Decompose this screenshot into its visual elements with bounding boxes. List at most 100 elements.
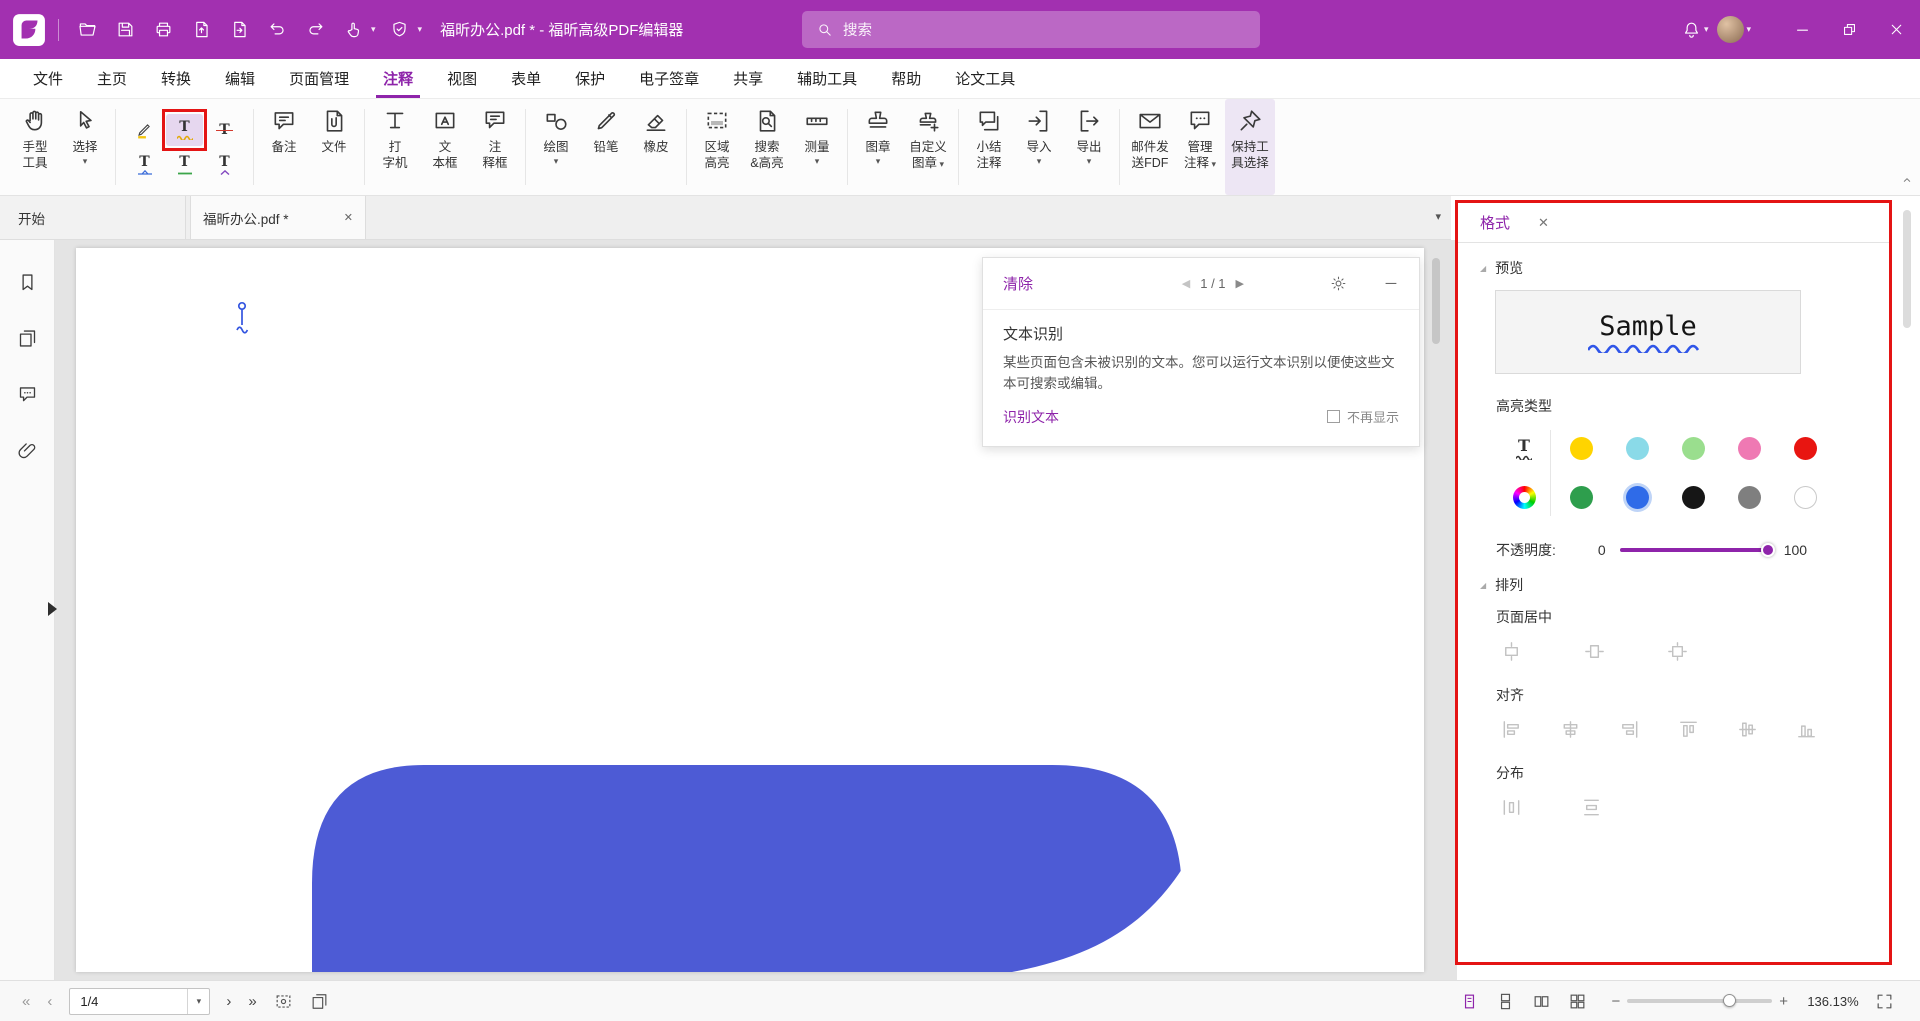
collapse-bar-icon[interactable]: ─ [1383, 275, 1399, 292]
center-page-icon[interactable] [1666, 640, 1689, 663]
squiggly-style-icon[interactable]: T [1498, 438, 1550, 460]
color-wheel-icon[interactable] [1498, 486, 1550, 509]
close-button[interactable] [1873, 0, 1920, 59]
align-center-h-icon[interactable] [1559, 718, 1582, 741]
menu-tab-主页[interactable]: 主页 [80, 59, 144, 98]
view-grid-icon[interactable] [1568, 992, 1587, 1011]
menu-tab-编辑[interactable]: 编辑 [208, 59, 272, 98]
first-page-icon[interactable]: « [22, 993, 30, 1010]
view-continuous-icon[interactable] [1496, 992, 1515, 1011]
align-middle-icon[interactable] [1736, 718, 1759, 741]
tab-format[interactable]: 格式 [1480, 212, 1510, 233]
redo-icon[interactable] [299, 14, 331, 46]
page-number-input[interactable]: 1/4 ▾ [69, 988, 210, 1015]
page-dropdown-caret-icon[interactable]: ▾ [187, 989, 209, 1014]
close-panel-icon[interactable]: ✕ [1538, 215, 1549, 231]
share-document-icon[interactable] [223, 14, 255, 46]
print-icon[interactable] [147, 14, 179, 46]
touch-mode-caret-icon[interactable]: ▾ [371, 24, 376, 35]
undo-icon[interactable] [261, 14, 293, 46]
textbox-tool[interactable]: 文本框 [420, 99, 470, 195]
snapshot-icon[interactable] [274, 992, 293, 1011]
opacity-slider[interactable] [1620, 548, 1770, 552]
opacity-slider-knob[interactable] [1761, 543, 1775, 557]
manage-comments-tool[interactable]: 管理注释 ▾ [1175, 99, 1225, 195]
touch-mode-icon[interactable] [337, 14, 369, 46]
page-thumbnails-icon[interactable] [17, 328, 38, 349]
menu-tab-视图[interactable]: 视图 [430, 59, 494, 98]
dropdown-caret-icon[interactable]: ▾ [83, 156, 88, 167]
dont-show-checkbox[interactable] [1327, 410, 1340, 423]
align-bottom-icon[interactable] [1795, 718, 1818, 741]
clear-link[interactable]: 清除 [1003, 273, 1033, 294]
tab-list-caret-icon[interactable]: ▾ [1435, 210, 1441, 223]
arrange-section-header[interactable]: ◢ 排列 [1480, 575, 1889, 595]
settings-gear-icon[interactable] [1330, 275, 1347, 292]
replace-text-tool[interactable]: T [126, 149, 163, 181]
collapse-ribbon-icon[interactable] [1899, 172, 1915, 188]
account-avatar[interactable] [1710, 14, 1750, 46]
color-swatch[interactable] [1682, 486, 1705, 509]
tab-active-document[interactable]: 福昕办公.pdf * ✕ [190, 196, 366, 239]
next-message-icon[interactable]: ▶ [1236, 277, 1244, 290]
summary-comments-tool[interactable]: 小结注释 [964, 99, 1014, 195]
view-single-page-icon[interactable] [1460, 992, 1479, 1011]
recognize-text-link[interactable]: 识别文本 [1003, 407, 1059, 427]
hand-tool[interactable]: 手型工具 [10, 99, 60, 195]
scrollbar-thumb[interactable] [1432, 258, 1440, 344]
distribute-h-icon[interactable] [1500, 796, 1523, 819]
fullscreen-icon[interactable] [1875, 992, 1894, 1011]
email-fdf-tool[interactable]: 邮件发送FDF [1125, 99, 1175, 195]
save-icon[interactable] [109, 14, 141, 46]
zoom-in-icon[interactable]: + [1779, 993, 1788, 1010]
color-swatch[interactable] [1570, 486, 1593, 509]
protect-icon[interactable] [384, 14, 416, 46]
color-swatch[interactable] [1570, 437, 1593, 460]
account-caret-icon[interactable]: ▾ [1746, 24, 1751, 35]
comments-panel-icon[interactable] [17, 384, 38, 405]
custom-stamp-tool[interactable]: 自定义图章 ▾ [903, 99, 953, 195]
search-highlight-tool[interactable]: 搜索&高亮 [742, 99, 792, 195]
insert-text-tool[interactable]: T [206, 149, 243, 181]
align-left-icon[interactable] [1500, 718, 1523, 741]
color-swatch[interactable] [1682, 437, 1705, 460]
align-right-icon[interactable] [1618, 718, 1641, 741]
menu-tab-共享[interactable]: 共享 [716, 59, 780, 98]
zoom-slider[interactable] [1627, 999, 1772, 1003]
panel-scrollbar-thumb[interactable] [1903, 210, 1911, 328]
drawing-tool[interactable]: 绘图▾ [531, 99, 581, 195]
open-file-icon[interactable] [71, 14, 103, 46]
bookmarks-panel-icon[interactable] [17, 272, 38, 293]
document-scrollbar[interactable] [1430, 248, 1442, 972]
import-tool[interactable]: 导入▾ [1014, 99, 1064, 195]
clipboard-icon[interactable] [310, 992, 329, 1011]
strikeout-tool[interactable]: T [206, 114, 243, 146]
measure-tool[interactable]: 测量▾ [792, 99, 842, 195]
export-tool[interactable]: 导出▾ [1064, 99, 1114, 195]
menu-tab-表单[interactable]: 表单 [494, 59, 558, 98]
color-swatch[interactable] [1626, 486, 1649, 509]
zoom-percentage[interactable]: 136.13% [1805, 994, 1861, 1009]
area-highlight-tool[interactable]: 区域高亮 [692, 99, 742, 195]
color-swatch[interactable] [1794, 486, 1817, 509]
zoom-slider-knob[interactable] [1723, 994, 1736, 1007]
eraser-tool[interactable]: 橡皮 [631, 99, 681, 195]
view-facing-icon[interactable] [1532, 992, 1551, 1011]
menu-tab-论文工具[interactable]: 论文工具 [938, 59, 1032, 98]
close-tab-icon[interactable]: ✕ [344, 211, 353, 224]
prev-page-icon[interactable]: ‹ [47, 993, 52, 1010]
menu-tab-页面管理[interactable]: 页面管理 [272, 59, 366, 98]
preview-section-header[interactable]: ◢ 预览 [1480, 258, 1889, 278]
dropdown-caret-icon[interactable]: ▾ [1037, 156, 1042, 167]
prev-message-icon[interactable]: ◀ [1182, 277, 1190, 290]
file-attachment-tool[interactable]: 文件 [309, 99, 359, 195]
highlight-tool[interactable] [126, 114, 163, 146]
typewriter-tool[interactable]: 打字机 [370, 99, 420, 195]
menu-tab-电子签章[interactable]: 电子签章 [622, 59, 716, 98]
center-horizontal-icon[interactable] [1500, 640, 1523, 663]
bell-caret-icon[interactable]: ▾ [1704, 24, 1709, 35]
squiggly-underline-tool[interactable]: T [166, 114, 203, 146]
align-top-icon[interactable] [1677, 718, 1700, 741]
export-document-icon[interactable] [185, 14, 217, 46]
dropdown-caret-icon[interactable]: ▾ [815, 156, 820, 167]
